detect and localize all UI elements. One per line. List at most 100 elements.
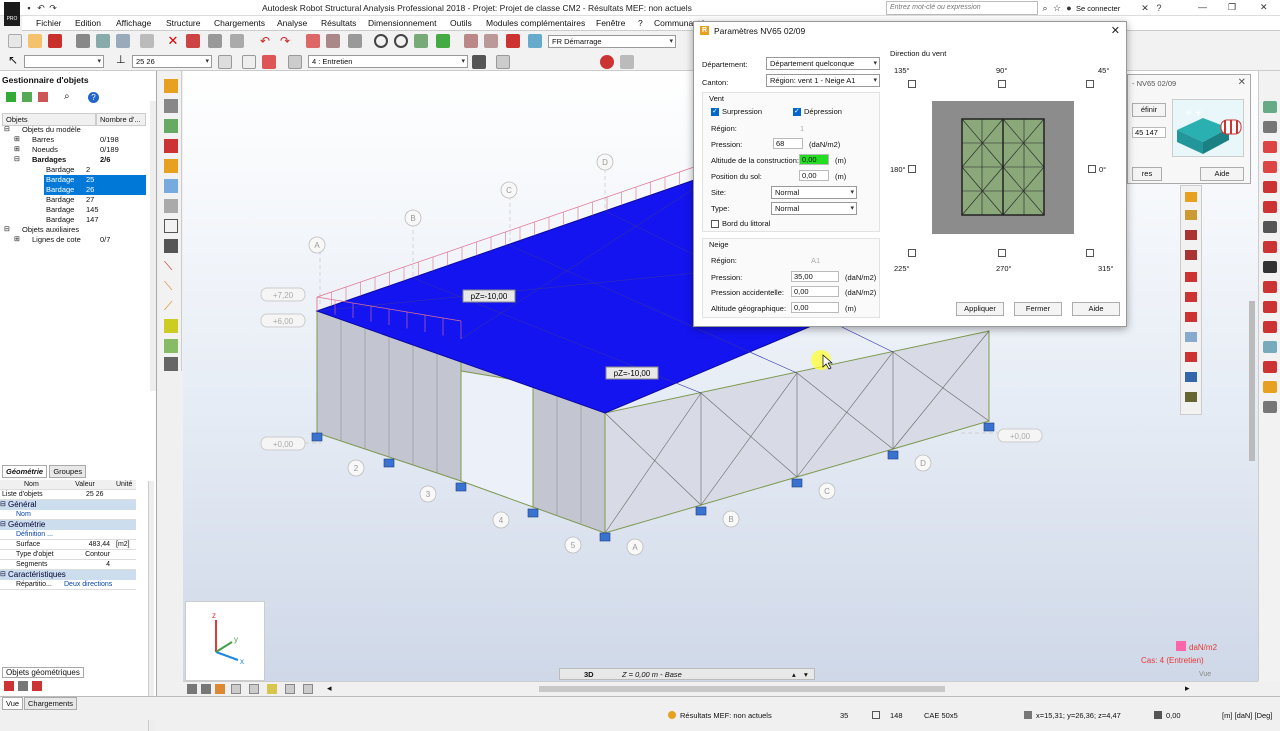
right-tool-5-icon[interactable] bbox=[1263, 181, 1277, 193]
expand-icon[interactable]: ⊟ bbox=[4, 125, 10, 135]
restore-icon[interactable]: ❐ bbox=[1228, 2, 1236, 13]
load-display-icon[interactable] bbox=[600, 55, 614, 69]
supports-tool-icon[interactable] bbox=[164, 119, 178, 133]
lock-icon[interactable] bbox=[348, 34, 362, 48]
angle-225-checkbox[interactable] bbox=[908, 249, 916, 257]
right-tool-3-icon[interactable] bbox=[1263, 141, 1277, 153]
angle-315-checkbox[interactable] bbox=[1086, 249, 1094, 257]
help-button[interactable]: Aide bbox=[1072, 302, 1120, 316]
load-cases-tool-icon[interactable]: ⟋ bbox=[164, 299, 178, 313]
scroll-right-icon[interactable]: ▸ bbox=[1185, 683, 1190, 694]
menu-help[interactable]: ? bbox=[638, 18, 643, 28]
screen-capture-icon[interactable] bbox=[116, 34, 130, 48]
bars-combo[interactable]: 25 26 bbox=[132, 55, 212, 68]
altitude-input[interactable]: 0,00 bbox=[799, 154, 829, 165]
apply-button[interactable]: Appliquer bbox=[956, 302, 1004, 316]
table-row[interactable]: Répartitio... Deux directions bbox=[0, 580, 136, 590]
dialog2-help-button[interactable]: Aide bbox=[1200, 167, 1244, 181]
right-tool-15-icon[interactable] bbox=[1263, 381, 1277, 393]
tree-item[interactable]: Bardage 147 bbox=[4, 215, 150, 225]
geo-altitude-input[interactable]: 0,00 bbox=[791, 302, 839, 313]
surpression-checkbox[interactable] bbox=[711, 107, 719, 116]
tab-groups[interactable]: Groupes bbox=[49, 465, 87, 478]
menu-chargements[interactable]: Chargements bbox=[214, 18, 265, 28]
sections-tool-icon[interactable] bbox=[164, 139, 178, 153]
horizontal-scrollbar-thumb[interactable] bbox=[539, 686, 945, 692]
search-input[interactable]: Entrez mot-clé ou expression bbox=[886, 1, 1038, 15]
obj-tool-3-icon[interactable] bbox=[32, 681, 42, 691]
lock-status-icon[interactable] bbox=[1154, 711, 1162, 719]
support-8[interactable] bbox=[887, 450, 899, 460]
tree-item[interactable]: ⊞ Noeuds 0/189 bbox=[4, 145, 150, 155]
departement-select[interactable]: Département quelconque bbox=[766, 57, 880, 70]
bars-tool-icon[interactable] bbox=[164, 99, 178, 113]
define-button[interactable]: éfinir bbox=[1132, 103, 1166, 117]
tab-geometry[interactable]: Géométrie bbox=[2, 465, 48, 478]
table-icon[interactable] bbox=[306, 34, 320, 48]
angle-0-checkbox[interactable] bbox=[1088, 165, 1096, 173]
dialog-close-icon[interactable]: ✕ bbox=[1111, 24, 1120, 37]
section-general[interactable]: ⊟ Général bbox=[0, 500, 136, 510]
expand-icon[interactable]: ⊞ bbox=[14, 145, 20, 155]
float-tool-8-icon[interactable] bbox=[1185, 332, 1197, 342]
support-2[interactable] bbox=[383, 458, 395, 468]
releases-tool-icon[interactable] bbox=[164, 179, 178, 193]
menu-outils[interactable]: Outils bbox=[450, 18, 472, 28]
right-tool-1-icon[interactable] bbox=[1263, 101, 1277, 113]
support-9[interactable] bbox=[983, 422, 995, 432]
float-tool-11-icon[interactable] bbox=[1185, 392, 1197, 402]
right-tool-2-icon[interactable] bbox=[1263, 121, 1277, 133]
find-icon[interactable]: ⌕ bbox=[64, 91, 70, 102]
float-tool-9-icon[interactable] bbox=[1185, 352, 1197, 362]
menu-fichier[interactable]: Fichier bbox=[36, 18, 62, 28]
right-tool-12-icon[interactable] bbox=[1263, 321, 1277, 333]
menu-modules[interactable]: Modules complémentaires bbox=[486, 18, 585, 28]
list-value[interactable]: 25 26 bbox=[60, 490, 112, 500]
pressure-snow-input[interactable]: 35,00 bbox=[791, 271, 839, 282]
tree-item[interactable]: Bardage 25 bbox=[44, 175, 146, 185]
close-icon[interactable]: ✕ bbox=[1260, 2, 1268, 13]
app-logo[interactable]: PRO bbox=[4, 2, 20, 26]
vertical-scrollbar[interactable] bbox=[1249, 301, 1255, 461]
angle-45-checkbox[interactable] bbox=[1086, 80, 1094, 88]
table-row[interactable]: Type d'objet Contour bbox=[0, 550, 136, 560]
combinations-tool-icon[interactable] bbox=[164, 339, 178, 353]
section-features[interactable]: ⊟ Caractéristiques bbox=[0, 570, 136, 580]
help-icon[interactable]: ? bbox=[1154, 3, 1164, 13]
view-tool-7-icon[interactable] bbox=[285, 684, 295, 694]
expand-icon[interactable]: ⊞ bbox=[14, 135, 20, 145]
open-icon[interactable] bbox=[28, 34, 42, 48]
tree-scrollbar[interactable] bbox=[150, 101, 156, 391]
plane-down-icon[interactable]: ▴ bbox=[792, 670, 796, 679]
right-tool-9-icon[interactable] bbox=[1263, 261, 1277, 273]
filter-icon[interactable] bbox=[6, 92, 16, 102]
menu-analyse[interactable]: Analyse bbox=[277, 18, 307, 28]
star-icon[interactable]: ☆ bbox=[1052, 3, 1062, 13]
support-5[interactable] bbox=[599, 532, 611, 542]
float-tool-6-icon[interactable] bbox=[1185, 292, 1197, 302]
bar-select-icon[interactable]: ⊥ bbox=[116, 53, 126, 66]
next-case-icon[interactable] bbox=[472, 55, 486, 69]
tree-item[interactable]: Bardage 26 bbox=[44, 185, 146, 195]
menu-fenetre[interactable]: Fenêtre bbox=[596, 18, 625, 28]
view-tool-1-icon[interactable] bbox=[187, 684, 197, 694]
rotate-icon[interactable] bbox=[436, 34, 450, 48]
site-select[interactable]: Normal bbox=[771, 186, 857, 199]
dialog2-close-icon[interactable]: ✕ bbox=[1238, 77, 1246, 88]
view-3d-icon[interactable] bbox=[464, 34, 478, 48]
float-tool-5-icon[interactable] bbox=[1185, 272, 1197, 282]
view-tool-6-icon[interactable] bbox=[267, 684, 277, 694]
zoom-icon[interactable] bbox=[374, 34, 388, 48]
copy-icon[interactable] bbox=[208, 34, 222, 48]
angle-90-checkbox[interactable] bbox=[998, 80, 1006, 88]
table-row[interactable]: Nom bbox=[0, 510, 136, 520]
funnel-icon[interactable] bbox=[22, 92, 32, 102]
support-4[interactable] bbox=[527, 508, 539, 518]
expand-icon[interactable]: ⊟ bbox=[14, 155, 20, 165]
undo-icon[interactable]: ↶ bbox=[36, 3, 46, 13]
case-list-icon[interactable] bbox=[262, 55, 276, 69]
accidental-pressure-input[interactable]: 0,00 bbox=[791, 286, 839, 297]
nodes-tool-icon[interactable] bbox=[164, 79, 178, 93]
menu-resultats[interactable]: Résultats bbox=[321, 18, 356, 28]
view-tool-3-icon[interactable] bbox=[215, 684, 225, 694]
